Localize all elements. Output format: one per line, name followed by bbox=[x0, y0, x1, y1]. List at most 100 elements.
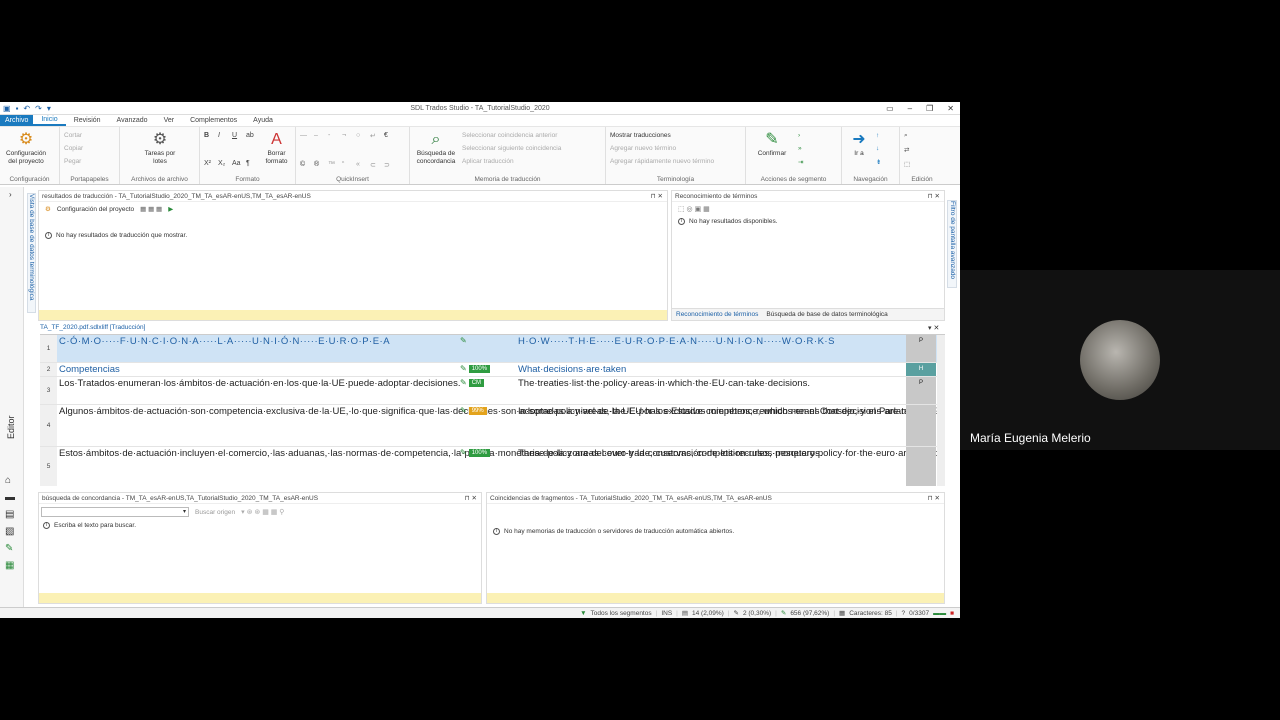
files-icon[interactable]: ▤ bbox=[5, 509, 15, 520]
select-previous-match-button[interactable]: Seleccionar coincidencia anterior bbox=[462, 132, 561, 139]
next-segment-icon[interactable]: › bbox=[798, 132, 803, 139]
nbsp-icon[interactable]: ‐ bbox=[328, 132, 340, 156]
euro-icon[interactable]: € bbox=[384, 132, 396, 156]
match-badge: CM bbox=[468, 379, 485, 387]
table-row[interactable]: 1 C·Ó·M·O·····F·U·N·C·I·O·N·A·····L·A···… bbox=[40, 335, 945, 363]
editor-icon[interactable]: ✎ bbox=[5, 543, 15, 554]
italic-icon[interactable]: I bbox=[218, 132, 230, 156]
target-cell-active[interactable]: H·O·W·····T·H·E·····E·U·R·O·P·E·A·N·····… bbox=[516, 335, 906, 362]
maximize-icon[interactable]: ❐ bbox=[926, 104, 933, 113]
insert-mode: INS bbox=[661, 609, 673, 617]
match-badge: 100% bbox=[468, 365, 491, 373]
editor-close-icon[interactable]: ▾ ✕ bbox=[928, 324, 939, 332]
arrow-down-icon[interactable]: ↓ bbox=[876, 145, 881, 152]
tm-icon[interactable]: ▦ bbox=[5, 560, 15, 571]
tab-file[interactable]: Archivo bbox=[0, 115, 34, 126]
select-next-match-button[interactable]: Seleccionar siguiente coincidencia bbox=[462, 145, 561, 152]
dash-icon[interactable]: — bbox=[300, 132, 312, 156]
results-config-link[interactable]: Configuración del proyecto bbox=[57, 206, 134, 213]
search-source-button[interactable]: Buscar origen bbox=[195, 509, 235, 516]
bold-icon[interactable]: B bbox=[204, 132, 216, 156]
customize-icon[interactable]: ▾ bbox=[47, 104, 51, 113]
confirm-check-icon: ✎ bbox=[765, 131, 779, 148]
ribbon-toggle-icon[interactable]: ▭ bbox=[886, 104, 894, 113]
add-new-term-button[interactable]: Agregar nuevo término bbox=[610, 145, 714, 152]
table-row[interactable]: 3 Los·Tratados·enumeran·los·ámbitos·de·a… bbox=[40, 377, 945, 405]
tab-addins[interactable]: Complementos bbox=[182, 115, 245, 126]
segment-filter[interactable]: Todos los segmentos bbox=[591, 610, 652, 617]
tab-term-recognition[interactable]: Reconocimiento de términos bbox=[676, 311, 758, 318]
info-icon: i bbox=[678, 218, 685, 225]
copy-source-icon[interactable]: ⇥ bbox=[798, 158, 803, 166]
ribbon: ⚙ Configuración del proyecto Configuraci… bbox=[0, 127, 960, 185]
editor-scrollbar[interactable] bbox=[937, 335, 945, 486]
group-config: ⚙ Configuración del proyecto Configuraci… bbox=[0, 127, 60, 184]
tab-review[interactable]: Revisión bbox=[66, 115, 109, 126]
paste-button[interactable]: Pegar bbox=[64, 158, 83, 165]
editor-view-label[interactable]: Editor bbox=[6, 415, 16, 439]
minimize-icon[interactable]: – bbox=[908, 104, 912, 113]
settings-icon[interactable]: ⚙ bbox=[45, 205, 51, 213]
tab-termbase-search[interactable]: Búsqueda de base de datos terminológica bbox=[766, 311, 887, 318]
concordance-pane: búsqueda de concordancia - TM_TA_esAR-en… bbox=[38, 492, 482, 604]
termbase-view-tab[interactable]: Vista de base de datos terminológica bbox=[27, 193, 36, 313]
tab-advanced[interactable]: Avanzado bbox=[109, 115, 156, 126]
replace-icon[interactable]: ⇄ bbox=[904, 146, 910, 154]
fast-forward-icon[interactable]: » bbox=[798, 145, 803, 152]
underline-icon[interactable]: U bbox=[232, 132, 244, 156]
tab-view[interactable]: Ver bbox=[156, 115, 183, 126]
play-icon[interactable]: ▶ bbox=[168, 205, 173, 213]
menu-bar: Archivo Inicio Revisión Avanzado Ver Com… bbox=[0, 115, 960, 127]
arrow-up-icon[interactable]: ↑ bbox=[876, 132, 881, 139]
hyphen-icon[interactable]: ¬ bbox=[342, 132, 354, 156]
term-recognition-pane: Reconocimiento de términos ⊓ ✕ ⬚ ◎ ▣ ▦ i… bbox=[671, 190, 945, 321]
advanced-filter-tab[interactable]: Filtro de pantalla avanzado bbox=[947, 200, 957, 288]
stat-translated: 2 (0,30%) bbox=[742, 609, 772, 617]
grid-icons[interactable]: ▦ ▦ ▦ bbox=[140, 205, 162, 213]
group-navigation: ➜ Ir a ↑ ↓ ⇟ Navegación bbox=[842, 127, 900, 184]
tab-home[interactable]: Inicio bbox=[33, 115, 66, 126]
close-icon[interactable]: ⊓ ✕ bbox=[928, 494, 940, 502]
filter-icon: ▼ bbox=[580, 609, 587, 617]
undo-icon[interactable]: ↶ bbox=[23, 104, 30, 113]
save-icon[interactable]: ▪ bbox=[16, 104, 19, 113]
termrec-title: Reconocimiento de términos bbox=[675, 192, 758, 200]
strikethrough-icon[interactable]: ab bbox=[246, 132, 258, 156]
redo-icon[interactable]: ↷ bbox=[35, 104, 42, 113]
select-all-icon[interactable]: ⬚ bbox=[904, 160, 910, 168]
show-translations-button[interactable]: Mostrar traducciones bbox=[610, 132, 714, 139]
apply-translation-button[interactable]: Aplicar traducción bbox=[462, 158, 561, 165]
close-icon[interactable]: ⊓ ✕ bbox=[465, 494, 477, 502]
group-format: B I U ab X² X₂ Aa ¶ A Borrar formato For… bbox=[200, 127, 296, 184]
termrec-message: No hay resultados disponibles. bbox=[689, 218, 778, 225]
table-row[interactable]: 4 Algunos·ámbitos·de·actuación·son·compe… bbox=[40, 405, 945, 447]
termrec-toolbar[interactable]: ⬚ ◎ ▣ ▦ bbox=[672, 202, 944, 216]
editor-file-tab[interactable]: TA_TF_2020.pdf.sdlxliff [Traducción] bbox=[40, 324, 145, 331]
close-icon[interactable]: ⊓ ✕ bbox=[651, 192, 663, 200]
arrow-end-icon[interactable]: ⇟ bbox=[876, 158, 881, 166]
close-icon[interactable]: ✕ bbox=[947, 104, 954, 113]
concordance-search-input[interactable]: ▾ bbox=[41, 507, 189, 517]
concordance-tool-icons[interactable]: ▾ ⊛ ⊛ ▦ ▦ ⚲ bbox=[241, 508, 284, 516]
table-row[interactable]: 5 Estos·ámbitos·de·actuación·incluyen·el… bbox=[40, 447, 945, 486]
projects-icon[interactable]: ▬ bbox=[5, 492, 15, 503]
tab-help[interactable]: Ayuda bbox=[245, 115, 281, 126]
endash-icon[interactable]: – bbox=[314, 132, 326, 156]
binoculars-icon: ⌕ bbox=[431, 131, 441, 148]
close-icon[interactable]: ⊓ ✕ bbox=[928, 192, 940, 200]
expand-chevron-icon[interactable]: › bbox=[9, 190, 12, 199]
cut-button[interactable]: Cortar bbox=[64, 132, 83, 139]
stat-draft: 14 (2,09%) bbox=[692, 609, 724, 617]
concordance-title: búsqueda de concordancia - TM_TA_esAR-en… bbox=[42, 494, 319, 502]
home-icon[interactable]: ⌂ bbox=[5, 475, 15, 486]
find-icon[interactable]: ⌕ bbox=[904, 132, 910, 140]
copy-button[interactable]: Copiar bbox=[64, 145, 83, 152]
return-icon[interactable]: ↵ bbox=[370, 132, 382, 156]
table-row[interactable]: 2 Competencias ✎ 100% What·decisions·are·… bbox=[40, 363, 945, 377]
degree-icon[interactable]: ○ bbox=[356, 132, 368, 156]
concordance-message: Escriba el texto para buscar. bbox=[54, 522, 137, 529]
reports-icon[interactable]: ▧ bbox=[5, 526, 15, 537]
info-icon: i bbox=[45, 232, 52, 239]
quick-add-term-button[interactable]: Agregar rápidamente nuevo término bbox=[610, 158, 714, 165]
eraser-icon: A bbox=[271, 131, 282, 148]
